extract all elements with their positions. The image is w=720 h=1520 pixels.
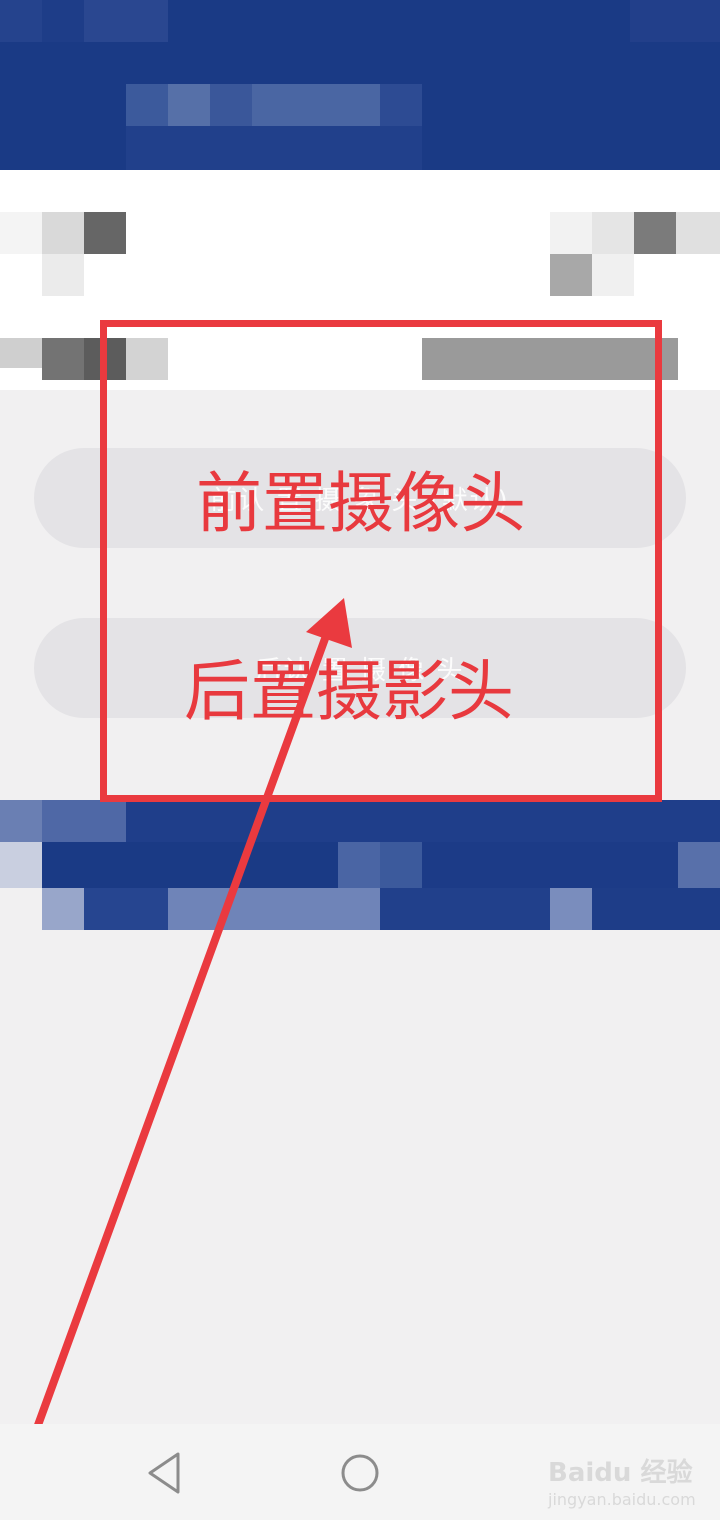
annotation-front-camera-label: 前置摄像头 [196, 465, 526, 542]
watermark-brand: Baidu 经验 [548, 1458, 693, 1488]
pixelated-action-bar [0, 800, 720, 930]
circle-home-icon [341, 1454, 379, 1492]
home-button[interactable] [325, 1438, 395, 1508]
system-nav-bar: Baidu 经验 jingyan.baidu.com [0, 1424, 720, 1520]
pixelated-header [0, 0, 720, 170]
annotation-rear-camera-label: 后置摄影头 [184, 653, 514, 730]
watermark-url: jingyan.baidu.com [548, 1490, 696, 1509]
back-button[interactable] [130, 1438, 200, 1508]
triangle-back-icon [148, 1452, 180, 1494]
